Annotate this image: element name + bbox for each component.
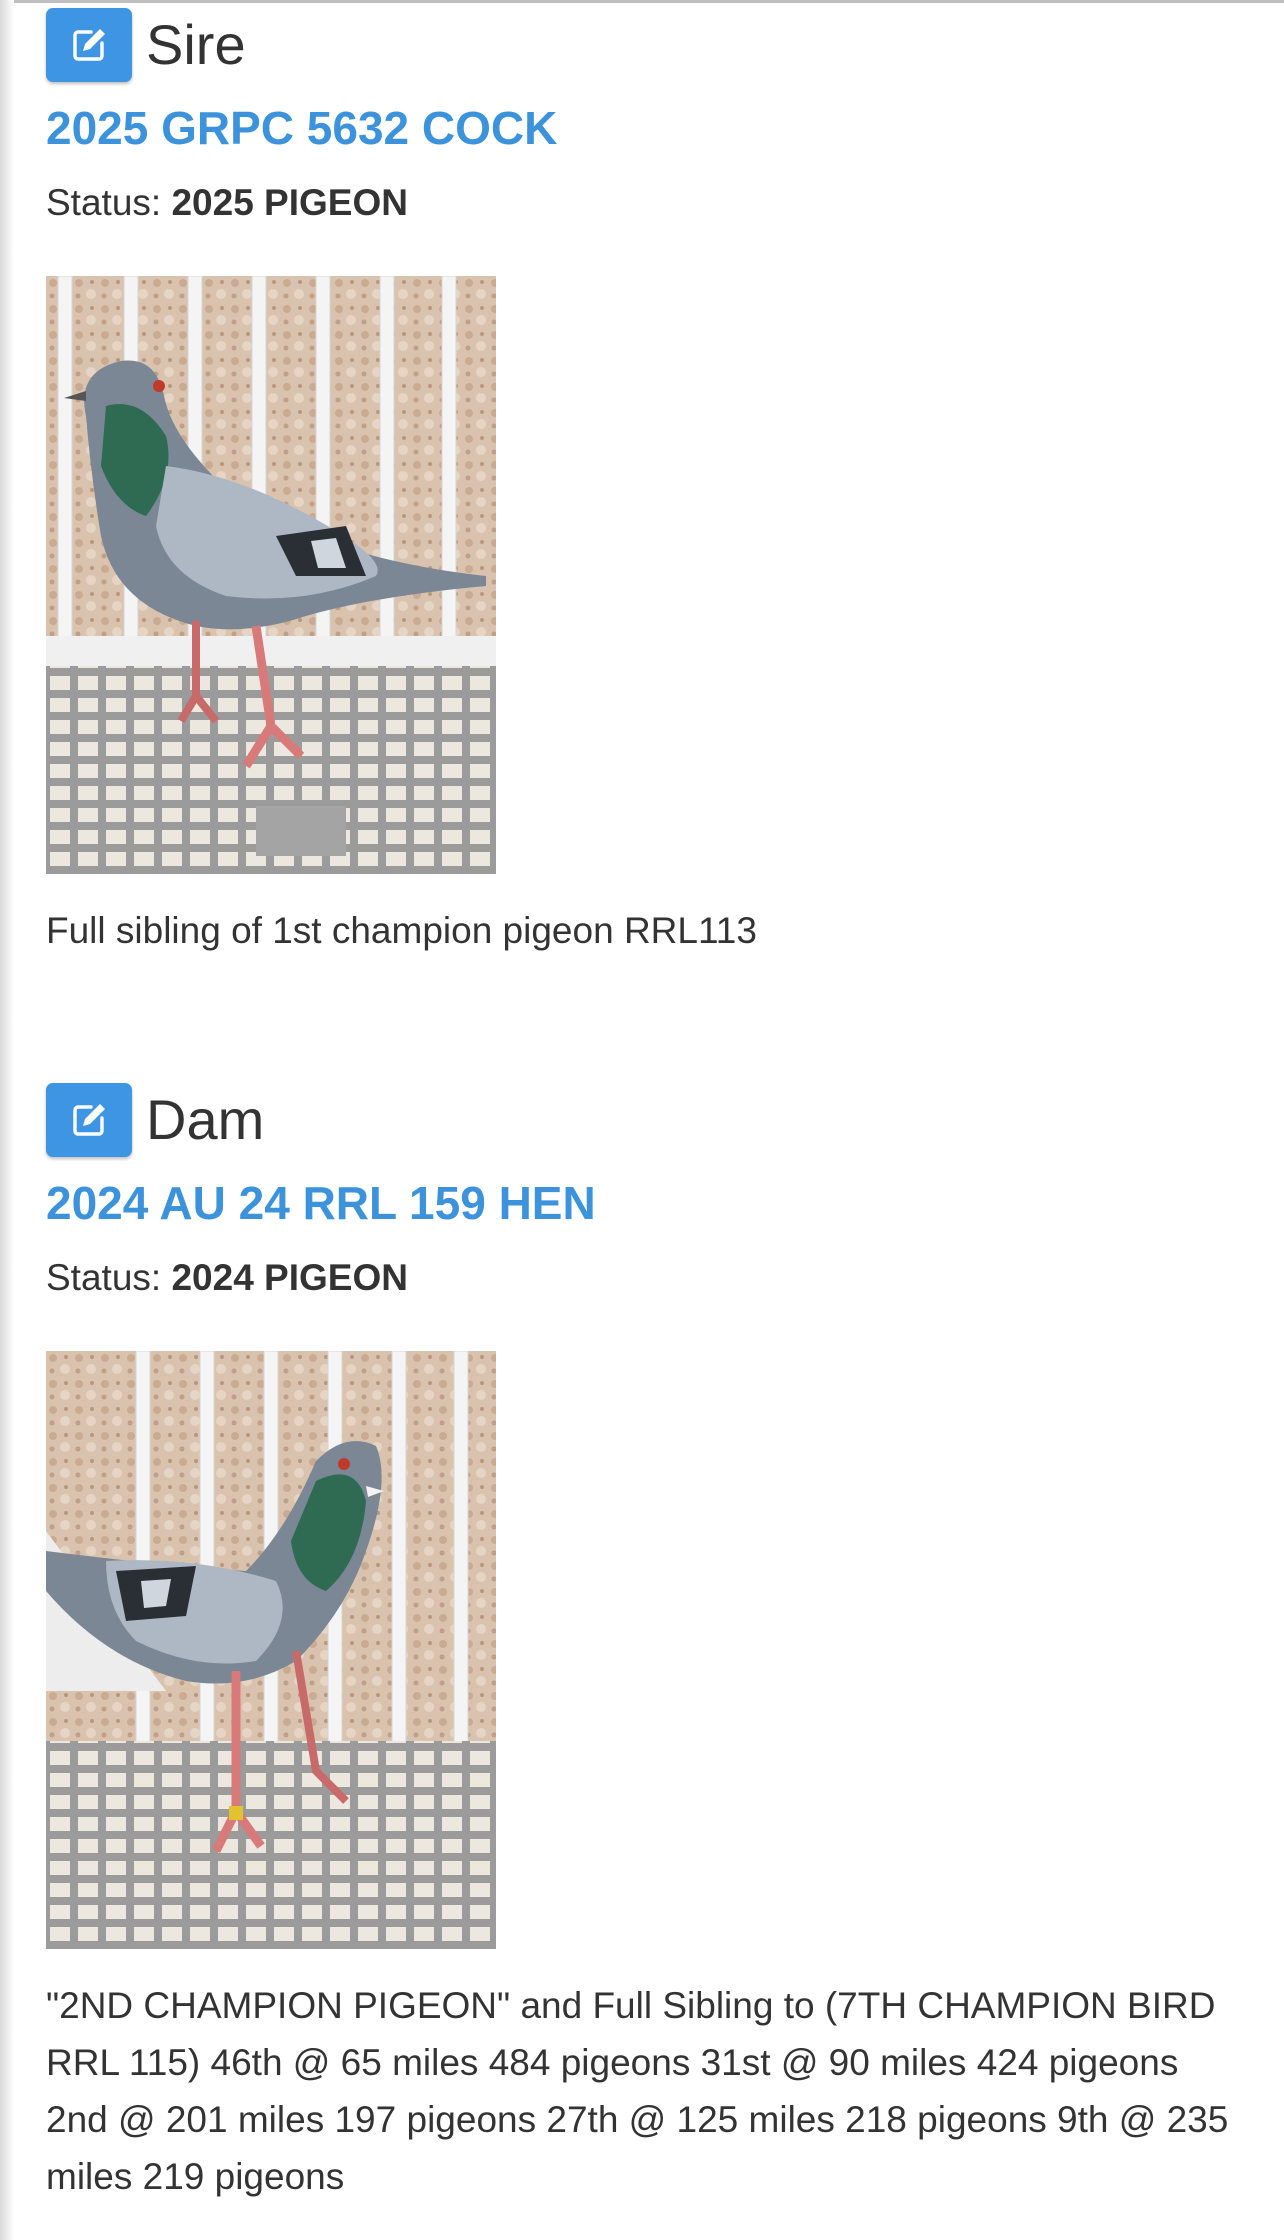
dam-status-label: Status: (46, 1257, 162, 1298)
left-edge-shadow (0, 0, 14, 2240)
top-divider (0, 0, 1284, 3)
sire-edit-button[interactable] (46, 8, 132, 82)
sire-status: Status: 2025 PIGEON (46, 180, 1246, 226)
sire-status-value: 2025 PIGEON (171, 182, 408, 223)
sire-heading-row: Sire (46, 8, 1246, 82)
dam-ring-link[interactable]: 2024 AU 24 RRL 159 HEN (46, 1175, 1246, 1231)
dam-heading: Dam (146, 1088, 265, 1151)
dam-heading-row: Dam (46, 1083, 1246, 1157)
sire-ring-link[interactable]: 2025 GRPC 5632 COCK (46, 100, 1246, 156)
sire-section: Sire 2025 GRPC 5632 COCK Status: 2025 PI… (46, 8, 1246, 959)
dam-status-value: 2024 PIGEON (171, 1257, 408, 1298)
sire-heading: Sire (146, 13, 246, 76)
dam-photo[interactable] (46, 1351, 496, 1949)
edit-icon (73, 29, 105, 61)
sire-status-label: Status: (46, 182, 162, 223)
sire-description: Full sibling of 1st champion pigeon RRL1… (46, 910, 757, 951)
edit-icon (73, 1104, 105, 1136)
dam-status: Status: 2024 PIGEON (46, 1255, 1246, 1301)
dam-edit-button[interactable] (46, 1083, 132, 1157)
sire-photo[interactable] (46, 276, 496, 874)
dam-section: Dam 2024 AU 24 RRL 159 HEN Status: 2024 … (46, 1083, 1246, 2205)
dam-description: "2ND CHAMPION PIGEON" and Full Sibling t… (46, 1985, 1229, 2197)
